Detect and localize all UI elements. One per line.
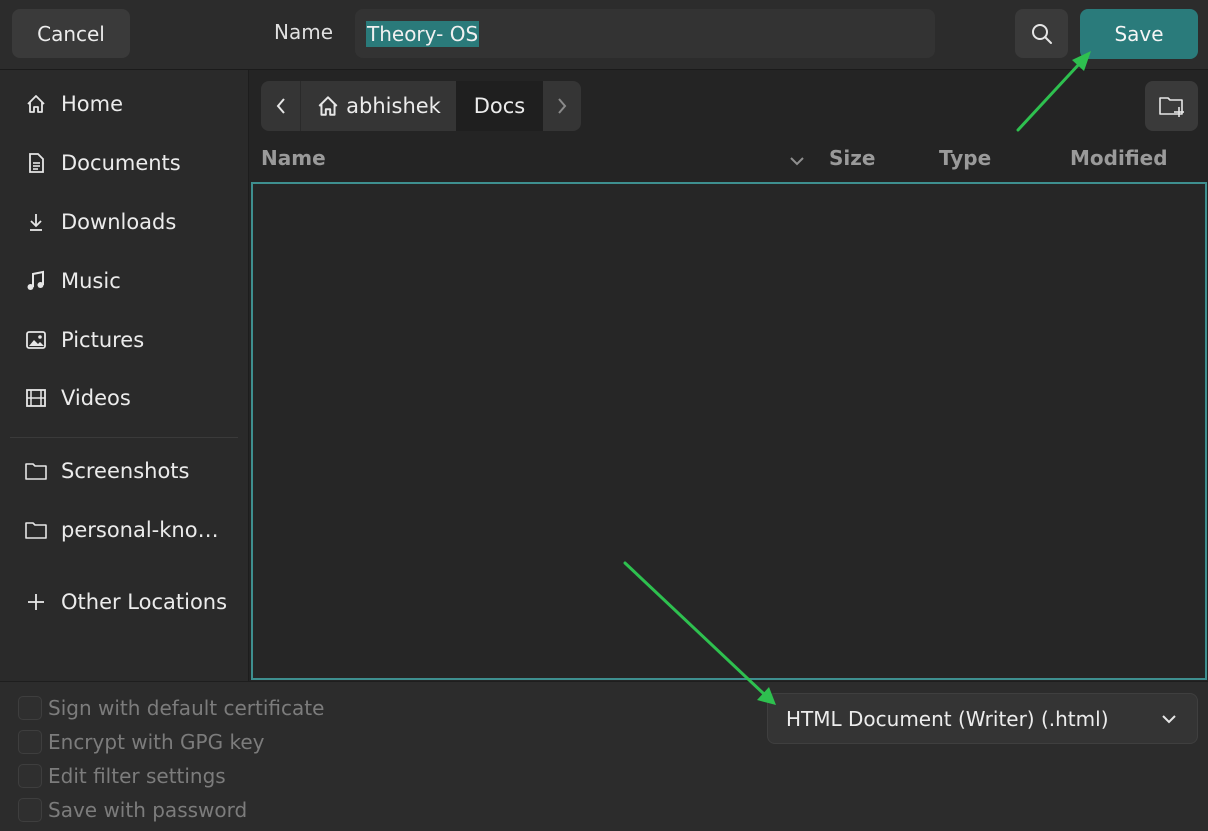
sidebar-item-label: Documents <box>61 151 181 175</box>
column-type[interactable]: Type <box>939 146 991 178</box>
sidebar-item-pictures[interactable]: Pictures <box>0 315 249 365</box>
document-icon <box>23 150 49 176</box>
column-modified[interactable]: Modified <box>1070 146 1168 178</box>
music-icon <box>23 268 49 294</box>
edit-filter-option[interactable]: Edit filter settings <box>18 764 226 788</box>
chevron-right-icon <box>558 98 567 114</box>
path-bar: abhishek Docs <box>261 81 581 131</box>
sidebar-item-videos[interactable]: Videos <box>0 373 249 423</box>
home-icon <box>23 91 49 117</box>
sidebar-item-label: Music <box>61 269 121 293</box>
save-password-checkbox[interactable] <box>18 798 42 822</box>
save-password-label: Save with password <box>48 798 248 822</box>
sidebar-item-label: Other Locations <box>61 590 228 614</box>
sidebar-divider <box>10 437 238 438</box>
column-name[interactable]: Name <box>261 146 326 178</box>
breadcrumb-docs[interactable]: Docs <box>456 81 543 131</box>
search-button[interactable] <box>1015 9 1068 58</box>
video-icon <box>23 385 49 411</box>
file-type-dropdown[interactable]: HTML Document (Writer) (.html) <box>767 693 1198 744</box>
chevron-down-icon <box>1162 715 1176 724</box>
chevron-left-icon <box>276 98 285 114</box>
file-type-value: HTML Document (Writer) (.html) <box>786 706 1109 731</box>
sidebar-item-label: personal-kno… <box>61 518 219 542</box>
encrypt-gpg-option[interactable]: Encrypt with GPG key <box>18 730 264 754</box>
sidebar-item-label: Videos <box>61 386 131 410</box>
filename-value: Theory- OS <box>366 20 480 47</box>
encrypt-gpg-label: Encrypt with GPG key <box>48 730 265 754</box>
name-label: Name <box>274 20 334 44</box>
sidebar-item-label: Home <box>61 92 124 116</box>
sort-chevron-down-icon[interactable] <box>788 154 806 168</box>
filename-input[interactable]: Theory- OS <box>355 9 935 58</box>
dialog-header: Cancel Name Theory- OS Save <box>0 0 1208 70</box>
sign-certificate-checkbox[interactable] <box>18 696 42 720</box>
sidebar-item-music[interactable]: Music <box>0 256 249 306</box>
sidebar-item-home[interactable]: Home <box>0 79 249 129</box>
sidebar-item-label: Pictures <box>61 328 145 352</box>
sidebar-item-downloads[interactable]: Downloads <box>0 197 249 247</box>
save-button[interactable]: Save <box>1080 9 1198 59</box>
breadcrumb-docs-label: Docs <box>473 94 526 118</box>
folder-icon <box>23 517 49 543</box>
edit-filter-checkbox[interactable] <box>18 764 42 788</box>
sidebar-item-personal-knowledge[interactable]: personal-kno… <box>0 505 249 555</box>
sidebar-item-label: Downloads <box>61 210 177 234</box>
breadcrumb-home-label: abhishek <box>346 94 441 118</box>
folder-icon <box>23 458 49 484</box>
file-list[interactable] <box>251 182 1207 680</box>
new-folder-button[interactable] <box>1145 81 1198 131</box>
breadcrumb-home[interactable]: abhishek <box>301 81 456 131</box>
sidebar-item-screenshots[interactable]: Screenshots <box>0 446 249 496</box>
save-password-option[interactable]: Save with password <box>18 798 247 822</box>
sidebar-item-documents[interactable]: Documents <box>0 138 249 188</box>
column-size[interactable]: Size <box>829 146 875 178</box>
picture-icon <box>23 327 49 353</box>
sidebar-item-other-locations[interactable]: Other Locations <box>0 577 249 627</box>
edit-filter-label: Edit filter settings <box>48 764 226 788</box>
encrypt-gpg-checkbox[interactable] <box>18 730 42 754</box>
sign-certificate-label: Sign with default certificate <box>48 696 325 720</box>
places-sidebar: Home Documents Downloads Music Pictures … <box>0 70 249 681</box>
sidebar-item-label: Screenshots <box>61 459 190 483</box>
cancel-button[interactable]: Cancel <box>12 9 130 58</box>
forward-button[interactable] <box>543 81 581 131</box>
download-icon <box>23 209 49 235</box>
home-icon <box>318 96 338 116</box>
back-button[interactable] <box>261 81 301 131</box>
sign-certificate-option[interactable]: Sign with default certificate <box>18 696 324 720</box>
plus-icon <box>23 589 49 615</box>
new-folder-icon <box>1158 97 1184 117</box>
search-icon <box>1031 23 1052 44</box>
